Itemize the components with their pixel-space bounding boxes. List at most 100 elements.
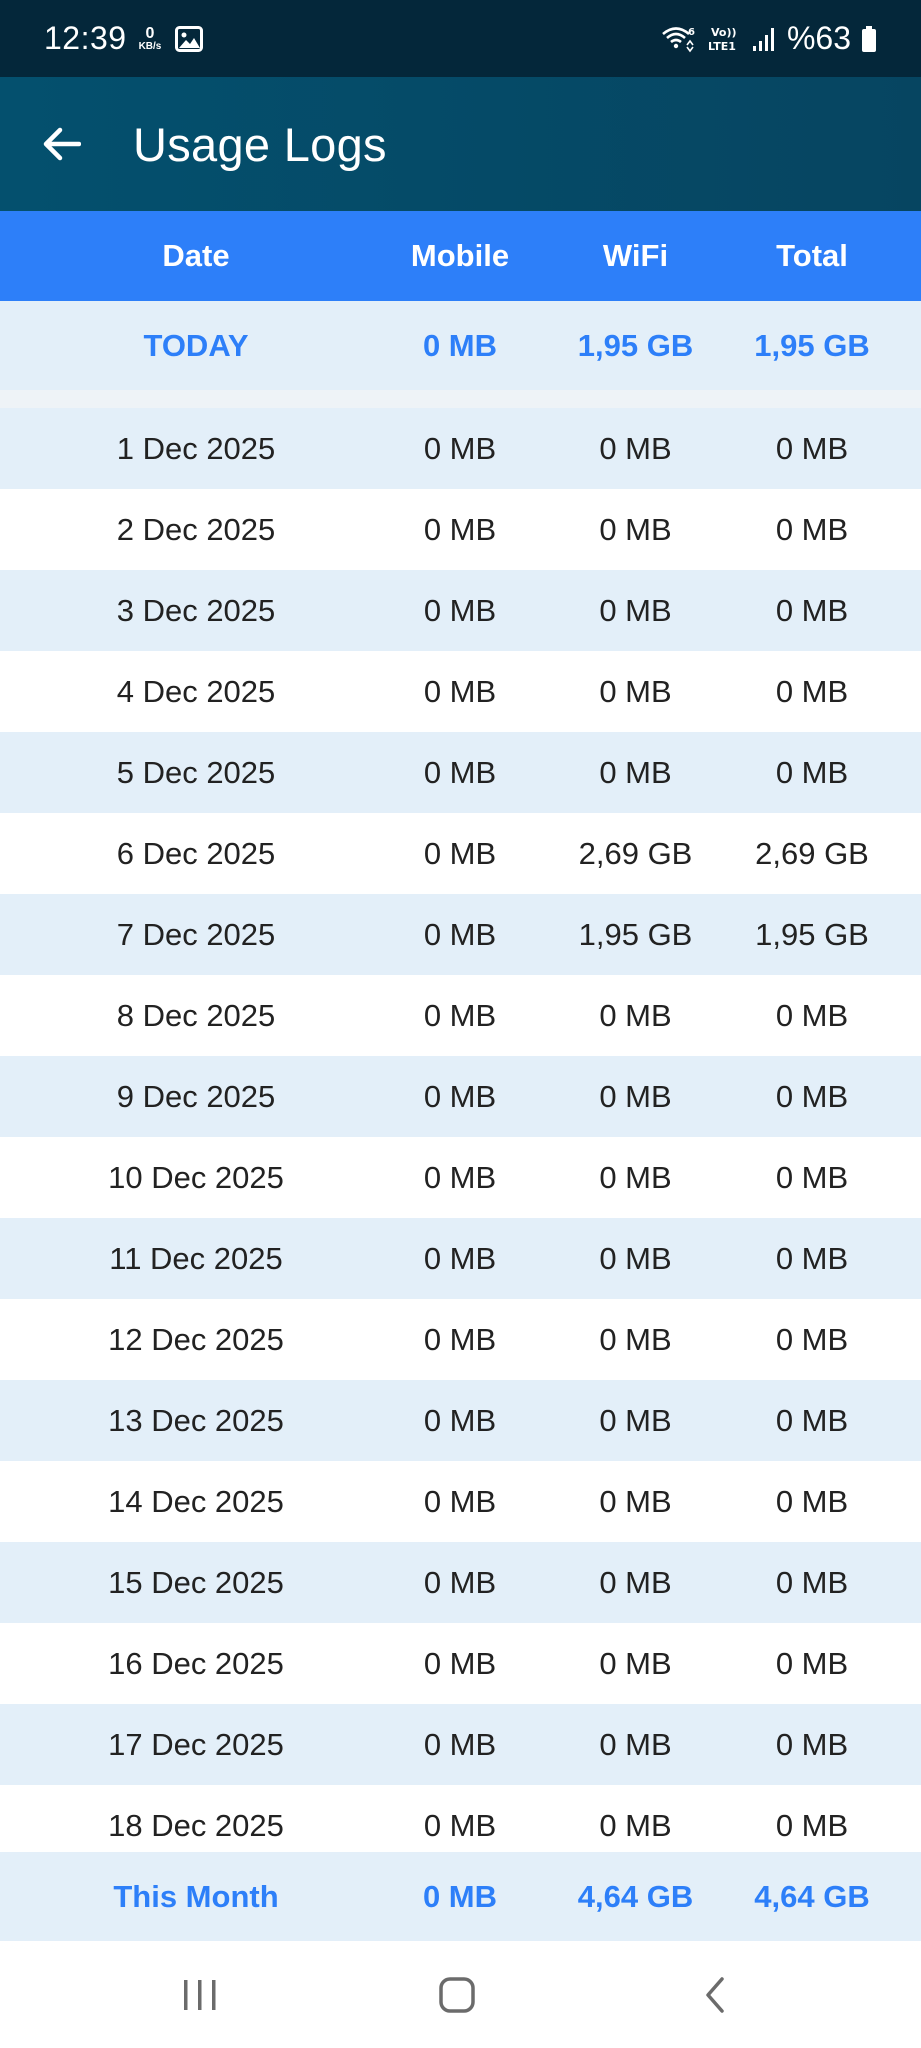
row-mobile: 0 MB <box>423 916 497 952</box>
row-date: 9 Dec 2025 <box>116 1078 276 1114</box>
row-wifi: 0 MB <box>599 1726 672 1762</box>
network-speed-value: 0 <box>145 24 155 42</box>
row-total: 0 MB <box>775 997 849 1033</box>
row-wifi: 0 MB <box>599 511 672 547</box>
row-date: 10 Dec 2025 <box>108 1159 284 1195</box>
month-total: 4,64 GB <box>754 1878 870 1914</box>
table-row: 8 Dec 2025 0 MB 0 MB 0 MB <box>0 975 921 1056</box>
table-row: 1 Dec 2025 0 MB 0 MB 0 MB <box>0 408 921 489</box>
row-date: 11 Dec 2025 <box>109 1240 283 1276</box>
today-row: TODAY 0 MB 1,95 GB 1,95 GB <box>0 301 921 390</box>
row-total: 0 MB <box>775 754 849 790</box>
daily-usage-list[interactable]: 1 Dec 2025 0 MB 0 MB 0 MB 2 Dec 2025 0 MB 0 MB… <box>0 408 921 1852</box>
today-total: 1,95 GB <box>754 327 870 363</box>
divider <box>0 390 921 408</box>
status-bar: 12:39 0 KB/s 6 Vo)) LTE1 %63 <box>0 0 921 77</box>
row-mobile: 0 MB <box>423 1645 497 1681</box>
table-row: 9 Dec 2025 0 MB 0 MB 0 MB <box>0 1056 921 1137</box>
row-date: 17 Dec 2025 <box>108 1726 284 1762</box>
table-row: 12 Dec 2025 0 MB 0 MB 0 MB <box>0 1299 921 1380</box>
table-row: 7 Dec 2025 0 MB 1,95 GB 1,95 GB <box>0 894 921 975</box>
row-mobile: 0 MB <box>423 1159 497 1195</box>
back-button[interactable] <box>27 109 97 179</box>
row-mobile: 0 MB <box>423 1483 497 1519</box>
header-wifi: WiFi <box>602 238 669 273</box>
arrow-back-icon <box>43 127 81 161</box>
row-total: 0 MB <box>775 1564 849 1600</box>
row-wifi: 0 MB <box>599 1564 672 1600</box>
table-row: 3 Dec 2025 0 MB 0 MB 0 MB <box>0 570 921 651</box>
row-mobile: 0 MB <box>423 430 497 466</box>
table-row: 15 Dec 2025 0 MB 0 MB 0 MB <box>0 1542 921 1623</box>
row-total: 0 MB <box>775 1402 849 1438</box>
table-row: 11 Dec 2025 0 MB 0 MB 0 MB <box>0 1218 921 1299</box>
row-mobile: 0 MB <box>423 592 497 628</box>
row-date: 6 Dec 2025 <box>116 835 276 871</box>
row-total: 0 MB <box>775 1645 849 1681</box>
system-nav-bar <box>0 1941 921 2048</box>
svg-text:6: 6 <box>688 27 695 38</box>
row-total: 0 MB <box>775 511 849 547</box>
row-date: 14 Dec 2025 <box>108 1483 284 1519</box>
row-date: 3 Dec 2025 <box>116 592 276 628</box>
row-mobile: 0 MB <box>423 673 497 709</box>
row-total: 0 MB <box>775 1240 849 1276</box>
table-row: 13 Dec 2025 0 MB 0 MB 0 MB <box>0 1380 921 1461</box>
row-mobile: 0 MB <box>423 997 497 1033</box>
battery-icon <box>862 25 876 52</box>
table-row: 5 Dec 2025 0 MB 0 MB 0 MB <box>0 732 921 813</box>
table-header: Date Mobile WiFi Total <box>0 211 921 301</box>
nav-back-button[interactable] <box>655 1941 775 2048</box>
row-total: 0 MB <box>775 1726 849 1762</box>
row-date: 15 Dec 2025 <box>108 1564 284 1600</box>
recents-icon <box>184 1979 216 2010</box>
row-date: 16 Dec 2025 <box>108 1645 284 1681</box>
table-row: 10 Dec 2025 0 MB 0 MB 0 MB <box>0 1137 921 1218</box>
home-button[interactable] <box>397 1941 517 2048</box>
network-speed: 0 KB/s <box>138 24 162 52</box>
gallery-icon <box>175 25 204 52</box>
row-mobile: 0 MB <box>423 1078 497 1114</box>
row-wifi: 0 MB <box>599 592 672 628</box>
recents-button[interactable] <box>140 1941 260 2048</box>
row-total: 0 MB <box>775 430 849 466</box>
row-wifi: 2,69 GB <box>578 835 693 871</box>
row-date: 5 Dec 2025 <box>116 754 276 790</box>
row-mobile: 0 MB <box>423 1402 497 1438</box>
header-total: Total <box>776 238 848 273</box>
row-total: 0 MB <box>775 673 849 709</box>
row-date: 8 Dec 2025 <box>116 997 276 1033</box>
row-mobile: 0 MB <box>423 1807 497 1843</box>
row-total: 0 MB <box>775 592 849 628</box>
row-mobile: 0 MB <box>423 1726 497 1762</box>
row-mobile: 0 MB <box>423 754 497 790</box>
table-row: 17 Dec 2025 0 MB 0 MB 0 MB <box>0 1704 921 1785</box>
row-wifi: 0 MB <box>599 1402 672 1438</box>
row-wifi: 0 MB <box>599 997 672 1033</box>
row-date: 1 Dec 2025 <box>116 430 276 466</box>
status-time: 12:39 <box>44 20 127 56</box>
row-mobile: 0 MB <box>423 835 497 871</box>
page-title: Usage Logs <box>133 117 387 171</box>
row-wifi: 0 MB <box>599 1159 672 1195</box>
row-total: 0 MB <box>775 1807 849 1843</box>
row-total: 0 MB <box>775 1159 849 1195</box>
row-wifi: 0 MB <box>599 1483 672 1519</box>
row-wifi: 0 MB <box>599 1078 672 1114</box>
row-mobile: 0 MB <box>423 511 497 547</box>
table-row: 16 Dec 2025 0 MB 0 MB 0 MB <box>0 1623 921 1704</box>
row-total: 1,95 GB <box>755 916 869 952</box>
row-total: 0 MB <box>775 1321 849 1357</box>
row-wifi: 0 MB <box>599 1645 672 1681</box>
row-wifi: 0 MB <box>599 430 672 466</box>
row-date: 18 Dec 2025 <box>108 1807 284 1843</box>
row-date: 2 Dec 2025 <box>116 511 276 547</box>
home-icon <box>439 1976 475 2013</box>
row-wifi: 1,95 GB <box>578 916 693 952</box>
table-row: 6 Dec 2025 0 MB 2,69 GB 2,69 GB <box>0 813 921 894</box>
network-speed-unit: KB/s <box>138 40 162 52</box>
signal-icon <box>752 27 774 51</box>
table-row: 18 Dec 2025 0 MB 0 MB 0 MB <box>0 1785 921 1852</box>
table-row: 2 Dec 2025 0 MB 0 MB 0 MB <box>0 489 921 570</box>
app-bar: Usage Logs <box>0 77 921 211</box>
